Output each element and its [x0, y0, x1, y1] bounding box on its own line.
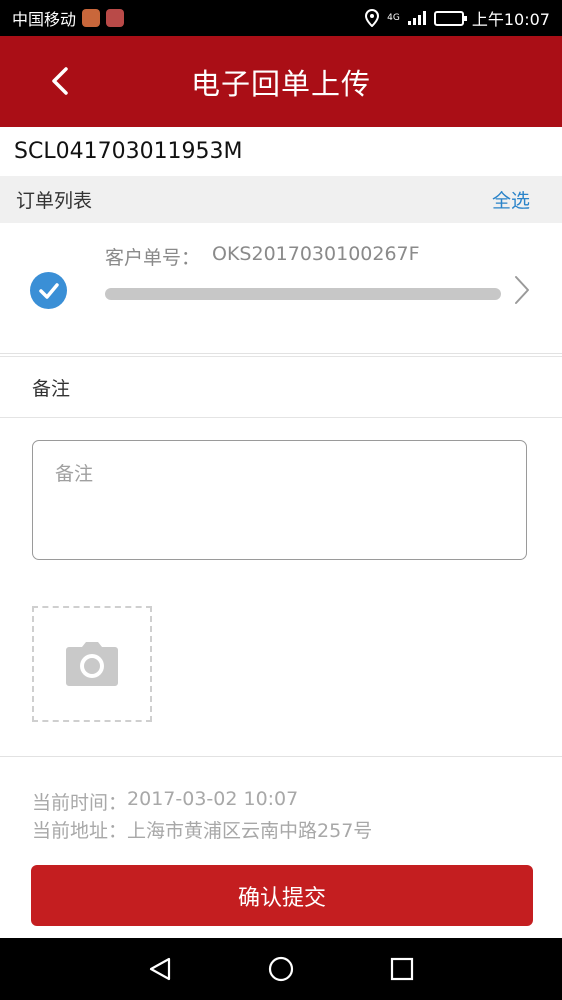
- order-checkbox[interactable]: [30, 272, 67, 309]
- page-title: 电子回单上传: [190, 66, 371, 101]
- select-all-button[interactable]: 全选: [492, 186, 530, 213]
- nav-home-icon: [268, 956, 294, 982]
- photo-upload-button[interactable]: [32, 606, 152, 722]
- status-bar: 中国移动 4G 上午10:07: [0, 0, 562, 36]
- upload-progress-fill: [105, 288, 501, 300]
- current-time: 当前时间： 2017-03-02 10:07: [32, 788, 298, 815]
- current-address: 当前地址： 上海市黄浦区云南中路257号: [32, 816, 372, 843]
- system-nav-bar: [0, 938, 562, 1000]
- confirm-submit-button[interactable]: 确认提交: [31, 865, 533, 926]
- remark-field: [32, 440, 527, 560]
- notification-app-icon: [106, 9, 125, 27]
- nav-home-button[interactable]: [261, 949, 301, 989]
- remark-input[interactable]: [33, 441, 526, 559]
- app-header: 电子回单上传: [0, 36, 562, 127]
- nav-back-icon: [150, 957, 171, 981]
- chevron-right-icon[interactable]: [512, 274, 532, 306]
- order-list-title: 订单列表: [16, 190, 93, 212]
- notification-app-icon: [82, 9, 101, 27]
- back-arrow-icon: [52, 67, 68, 95]
- shipment-number: SCL041703011953M: [0, 127, 562, 176]
- nav-back-button[interactable]: [140, 949, 180, 989]
- location-icon: [365, 9, 380, 27]
- upload-progress-bar: [105, 288, 501, 300]
- nav-recent-button[interactable]: [382, 949, 422, 989]
- check-circle-icon: [38, 282, 59, 299]
- customer-order-value: OKS2017030100267F: [212, 243, 420, 265]
- order-list-header: 订单列表 全选: [0, 176, 562, 223]
- divider: [0, 756, 562, 757]
- customer-order-number: 客户单号： OKS2017030100267F: [105, 243, 420, 270]
- carrier-name: 中国移动: [12, 10, 77, 29]
- nav-recent-icon: [390, 957, 413, 981]
- remark-section-title: 备注: [0, 356, 562, 418]
- camera-icon: [66, 642, 118, 686]
- current-time-label: 当前时间：: [32, 792, 128, 814]
- back-button[interactable]: [40, 58, 80, 104]
- network-type: 4G: [387, 12, 400, 23]
- battery-icon: [433, 10, 467, 26]
- current-time-value: 2017-03-02 10:07: [127, 788, 299, 810]
- signal-icon: [407, 11, 426, 25]
- current-address-value: 上海市黄浦区云南中路257号: [127, 820, 373, 842]
- customer-order-label: 客户单号：: [105, 247, 201, 269]
- current-address-label: 当前地址：: [32, 820, 128, 842]
- clock: 上午10:07: [471, 10, 550, 29]
